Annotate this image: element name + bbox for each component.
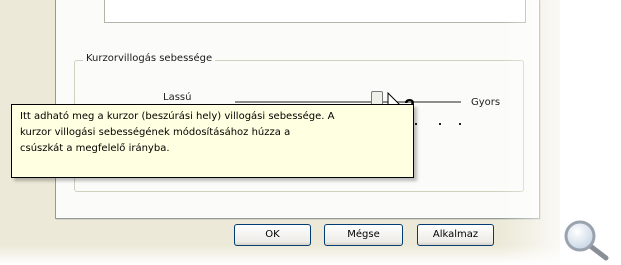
slider-min-label: Lassú: [163, 92, 192, 103]
ok-button[interactable]: OK: [234, 224, 311, 246]
slider-tick: [415, 123, 417, 125]
upper-list-box: [104, 0, 526, 23]
magnifier-icon[interactable]: [562, 218, 612, 262]
slider-tick: [459, 123, 461, 125]
apply-button[interactable]: Alkalmaz: [417, 224, 494, 246]
tooltip-line: csúszkát a megfelelő irányba.: [20, 143, 170, 154]
tooltip-line: kurzor villogási sebességének módosításá…: [20, 127, 291, 138]
cancel-button[interactable]: Mégse: [324, 224, 403, 246]
tooltip-line: Itt adható meg a kurzor (beszúrási hely)…: [20, 111, 335, 122]
group-title: Kurzorvillogás sebessége: [83, 53, 216, 64]
help-tooltip: Itt adható meg a kurzor (beszúrási hely)…: [11, 104, 414, 178]
slider-tick: [439, 123, 441, 125]
slider-max-label: Gyors: [471, 97, 501, 108]
bottom-fade: [0, 245, 621, 265]
